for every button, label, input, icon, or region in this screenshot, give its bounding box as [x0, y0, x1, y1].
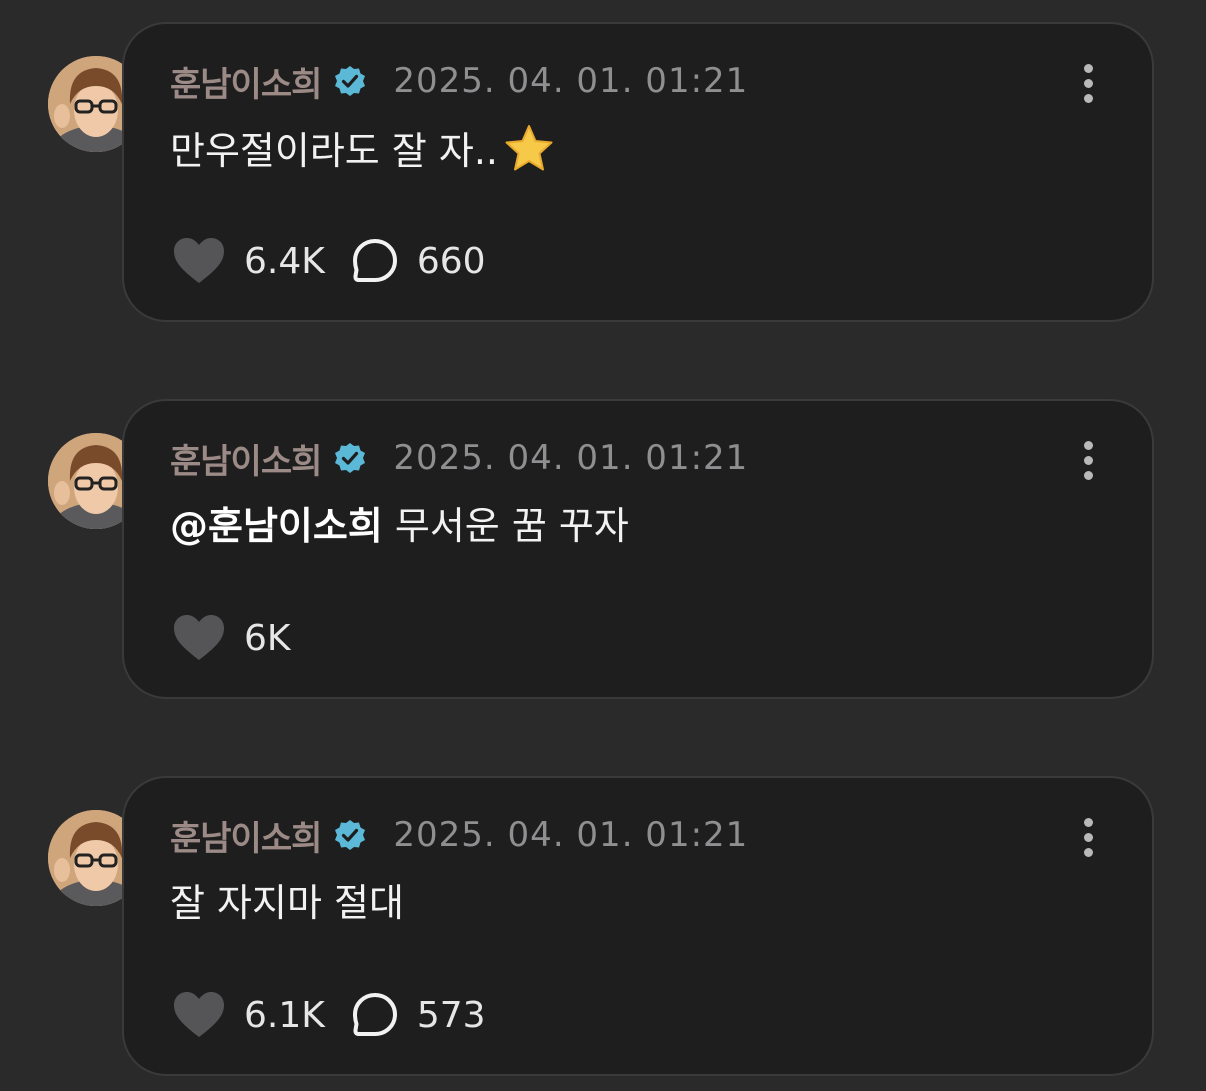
- comment-button[interactable]: 573: [351, 991, 486, 1039]
- verified-badge-icon: [333, 64, 367, 98]
- more-options-icon[interactable]: [1082, 818, 1094, 858]
- post-header: 훈남이소희 2025. 04. 01. 01:21: [170, 810, 748, 860]
- timestamp: 2025. 04. 01. 01:21: [393, 61, 749, 101]
- like-count: 6K: [244, 617, 291, 659]
- post-card[interactable]: 훈남이소희 2025. 04. 01. 01:21 만우절이라도 잘 자.. 6…: [122, 22, 1154, 322]
- post-text: 만우절이라도 잘 자..: [170, 122, 556, 178]
- comment-feed: 훈남이소희 2025. 04. 01. 01:21 만우절이라도 잘 자.. 6…: [0, 0, 1206, 1091]
- like-button[interactable]: 6.1K: [172, 990, 325, 1040]
- post-text-body: 무서운 꿈 꾸자: [382, 504, 629, 548]
- timestamp: 2025. 04. 01. 01:21: [393, 815, 749, 855]
- post-header: 훈남이소희 2025. 04. 01. 01:21: [170, 56, 748, 106]
- comment-bubble-icon: [352, 239, 397, 282]
- like-count: 6.4K: [244, 240, 325, 282]
- post-card[interactable]: 훈남이소희 2025. 04. 01. 01:21 @훈남이소희 무서운 꿈 꾸…: [122, 399, 1154, 699]
- star-emoji-icon: [502, 122, 556, 176]
- post-actions: 6K: [172, 613, 317, 663]
- comment-bubble-icon: [352, 993, 397, 1036]
- more-options-icon[interactable]: [1082, 64, 1094, 104]
- comment-count: 573: [416, 994, 486, 1036]
- verified-badge-icon: [333, 818, 367, 852]
- like-button[interactable]: 6.4K: [172, 236, 325, 286]
- timestamp: 2025. 04. 01. 01:21: [393, 438, 749, 478]
- mention-link[interactable]: @훈남이소희: [170, 504, 383, 548]
- heart-icon: [174, 992, 224, 1037]
- post-header: 훈남이소희 2025. 04. 01. 01:21: [170, 433, 748, 483]
- post-text: @훈남이소희 무서운 꿈 꾸자: [170, 499, 629, 553]
- more-options-icon[interactable]: [1082, 441, 1094, 481]
- post: 훈남이소희 2025. 04. 01. 01:21 만우절이라도 잘 자.. 6…: [0, 22, 1206, 324]
- post-actions: 6.4K 660: [172, 236, 512, 286]
- like-button[interactable]: 6K: [172, 613, 291, 663]
- comment-button[interactable]: 660: [351, 237, 486, 285]
- post: 훈남이소희 2025. 04. 01. 01:21 @훈남이소희 무서운 꿈 꾸…: [0, 399, 1206, 701]
- post: 훈남이소희 2025. 04. 01. 01:21 잘 자지마 절대 6.1K …: [0, 776, 1206, 1078]
- post-text: 잘 자지마 절대: [170, 876, 404, 930]
- username[interactable]: 훈남이소희: [170, 811, 322, 860]
- verified-badge-icon: [333, 441, 367, 475]
- username[interactable]: 훈남이소희: [170, 434, 322, 483]
- like-count: 6.1K: [244, 994, 325, 1036]
- post-actions: 6.1K 573: [172, 990, 512, 1040]
- post-text-body: 만우절이라도 잘 자..: [170, 129, 498, 173]
- post-text-body: 잘 자지마 절대: [170, 881, 404, 925]
- username[interactable]: 훈남이소희: [170, 57, 322, 106]
- heart-icon: [174, 615, 224, 660]
- comment-count: 660: [416, 240, 486, 282]
- heart-icon: [174, 238, 224, 283]
- post-card[interactable]: 훈남이소희 2025. 04. 01. 01:21 잘 자지마 절대 6.1K …: [122, 776, 1154, 1076]
